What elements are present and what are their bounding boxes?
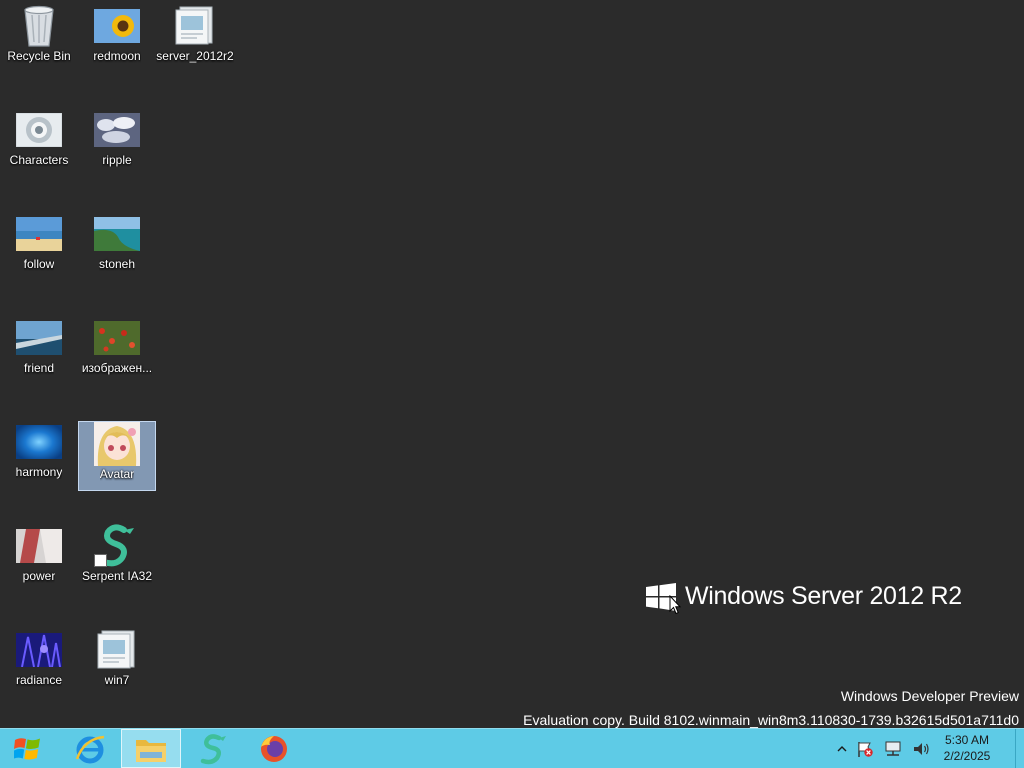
volume-icon[interactable]: [912, 740, 930, 758]
desktop-icon-radiance[interactable]: radiance: [0, 628, 78, 698]
watermark-line-1: Windows Developer Preview: [840, 688, 1019, 704]
characters-image-icon: [16, 111, 62, 149]
clock-time: 5:30 AM: [944, 733, 990, 747]
icon-label: power: [22, 569, 56, 583]
desktop-icon-redmoon[interactable]: redmoon: [78, 4, 156, 74]
pier-image-icon: [16, 319, 62, 357]
taskbar-clock[interactable]: 5:30 AM 2/2/2025: [932, 732, 1002, 764]
icon-label: server_2012r2: [156, 49, 234, 63]
ripple-image-icon: [94, 111, 140, 149]
icon-label: redmoon: [93, 49, 141, 63]
icon-label: win7: [104, 673, 130, 687]
icon-label: harmony: [15, 465, 63, 479]
evaluation-watermark: Windows Developer Preview Evaluation cop…: [523, 684, 1019, 732]
recycle-bin-icon: [16, 5, 62, 47]
clock-date: 2/2/2025: [943, 749, 991, 763]
coast-image-icon: [94, 215, 140, 253]
icon-label: Recycle Bin: [7, 49, 71, 63]
icon-label: follow: [23, 257, 55, 271]
icon-label: friend: [23, 361, 55, 375]
internet-explorer-icon: [75, 735, 105, 763]
desktop-icon-ripple[interactable]: ripple: [78, 108, 156, 178]
shortcut-arrow-icon: [94, 554, 107, 567]
icon-label: Avatar: [99, 467, 135, 481]
windows-start-icon: [14, 737, 40, 760]
desktop-icon-win7[interactable]: win7: [78, 628, 156, 698]
desktop: Recycle Bin Characters follow friend har…: [0, 0, 1024, 728]
icon-label: изображен...: [81, 361, 153, 375]
icon-label: ripple: [102, 153, 132, 167]
system-tray: [837, 729, 930, 768]
serpent-app-icon: [200, 733, 226, 764]
desktop-icon-image-ru[interactable]: изображен...: [78, 316, 156, 386]
radiance-image-icon: [16, 631, 62, 669]
desktop-icon-characters[interactable]: Characters: [0, 108, 78, 178]
mouse-cursor-icon: [669, 595, 681, 615]
taskbar-internet-explorer[interactable]: [60, 729, 120, 768]
sunflower-image-icon: [94, 7, 140, 45]
desktop-icon-harmony[interactable]: harmony: [0, 420, 78, 490]
taskbar: 5:30 AM 2/2/2025: [0, 728, 1024, 768]
icon-label: Serpent IA32: [81, 569, 153, 583]
action-center-flag-icon[interactable]: [856, 740, 874, 758]
desktop-icon-serpent[interactable]: Serpent IA32: [78, 524, 156, 594]
desktop-icon-stoneh[interactable]: stoneh: [78, 212, 156, 282]
desktop-icon-friend[interactable]: friend: [0, 316, 78, 386]
desktop-icon-avatar[interactable]: Avatar: [78, 421, 156, 491]
taskbar-firefox[interactable]: [244, 729, 304, 768]
desktop-icon-recycle-bin[interactable]: Recycle Bin: [0, 4, 78, 74]
show-hidden-icons-icon[interactable]: [837, 744, 847, 754]
product-name: Windows Server 2012 R2: [685, 582, 962, 610]
desktop-icon-follow[interactable]: follow: [0, 212, 78, 282]
blue-wallpaper-icon: [16, 423, 62, 461]
windows-server-branding: Windows Server 2012 R2: [646, 582, 962, 611]
desktop-icon-server-2012r2[interactable]: server_2012r2: [156, 4, 234, 74]
file-explorer-icon: [136, 739, 166, 762]
taskbar-serpent[interactable]: [183, 729, 243, 768]
firefox-icon: [261, 735, 287, 762]
beach-image-icon: [16, 215, 62, 253]
document-image-icon: [172, 6, 218, 45]
icon-label: Characters: [9, 153, 69, 167]
document-image-icon: [94, 630, 140, 669]
flowers-image-icon: [94, 319, 140, 357]
start-button[interactable]: [0, 729, 56, 768]
anime-avatar-icon: [94, 422, 140, 466]
icon-label: radiance: [15, 673, 63, 687]
power-image-icon: [16, 527, 62, 565]
show-desktop-button[interactable]: [1015, 729, 1024, 768]
desktop-icon-power[interactable]: power: [0, 524, 78, 594]
taskbar-file-explorer[interactable]: [121, 729, 181, 768]
network-icon[interactable]: [883, 740, 903, 758]
icon-label: stoneh: [98, 257, 136, 271]
serpent-app-icon: [94, 524, 140, 567]
